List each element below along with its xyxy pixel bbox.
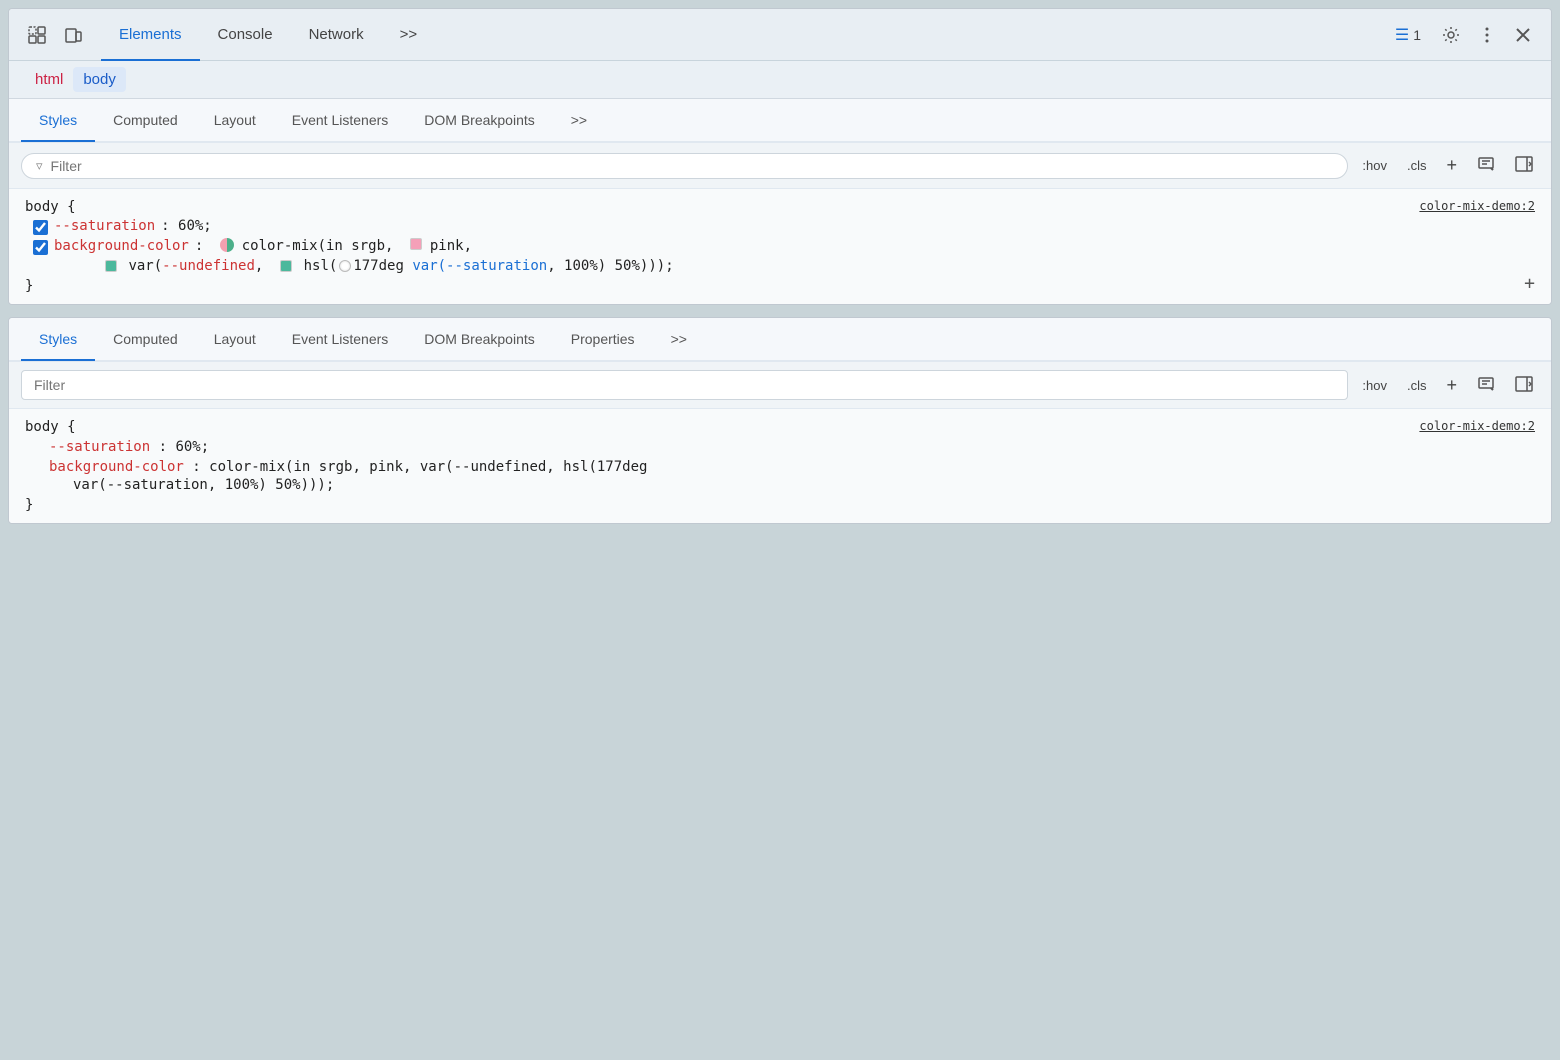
subtab-more-2[interactable]: >> xyxy=(653,319,705,361)
style-editor-icon-1[interactable] xyxy=(1471,152,1501,179)
checkbox-saturation[interactable] xyxy=(33,220,48,235)
subtab-layout-1[interactable]: Layout xyxy=(196,100,274,142)
top-panel: Elements Console Network >> ☰ 1 xyxy=(8,8,1552,305)
device-toolbar-icon[interactable] xyxy=(57,19,89,51)
prop-value-saturation-2[interactable]: : 60%; xyxy=(159,439,210,455)
filter-input-1[interactable] xyxy=(51,158,1334,174)
subtab-layout-2[interactable]: Layout xyxy=(196,319,274,361)
subtab-event-listeners-2[interactable]: Event Listeners xyxy=(274,319,407,361)
tab-network[interactable]: Network xyxy=(291,10,382,61)
filter-input-wrap-1: ▿ xyxy=(21,153,1348,179)
pink-swatch[interactable] xyxy=(410,238,422,250)
var-undefined[interactable]: var(--undefined, xyxy=(128,258,271,274)
prop-name-bgcolor-2[interactable]: background-color xyxy=(49,459,184,475)
css-rule-close-2: } xyxy=(25,497,1535,513)
filter-bar-1: ▿ :hov .cls + xyxy=(9,143,1551,189)
message-icon: ☰ xyxy=(1395,25,1409,45)
teal-swatch-1[interactable] xyxy=(105,260,117,272)
subtab-computed-1[interactable]: Computed xyxy=(95,100,196,142)
filter-actions-1: :hov .cls + xyxy=(1356,151,1539,180)
bottom-panel: Styles Computed Layout Event Listeners D… xyxy=(8,317,1552,524)
hsl-circle-icon[interactable] xyxy=(339,260,351,272)
add-style-button-2[interactable]: + xyxy=(1440,371,1463,400)
subtab-more-1[interactable]: >> xyxy=(553,100,605,142)
subtab-computed-2[interactable]: Computed xyxy=(95,319,196,361)
breadcrumb-body[interactable]: body xyxy=(73,67,126,92)
css-content-1: body { color-mix-demo:2 --saturation : 6… xyxy=(9,189,1551,304)
cls-button-2[interactable]: .cls xyxy=(1401,374,1433,397)
tab-console[interactable]: Console xyxy=(200,10,291,61)
breadcrumb-bar: html body xyxy=(9,61,1551,99)
more-options-icon[interactable] xyxy=(1471,19,1503,51)
toggle-sidebar-icon-1[interactable] xyxy=(1509,152,1539,179)
toolbar-tabs: Elements Console Network >> xyxy=(101,9,435,60)
subtab-styles-1[interactable]: Styles xyxy=(21,100,95,142)
css-rule-header-1: body { color-mix-demo:2 xyxy=(25,199,1535,215)
breadcrumb-html[interactable]: html xyxy=(25,67,73,92)
color-swatch-mixed[interactable] xyxy=(220,238,234,252)
toggle-sidebar-icon-2[interactable] xyxy=(1509,372,1539,399)
css-property-saturation: --saturation : 60%; xyxy=(25,218,1535,235)
css-property-bgcolor: background-color : color-mix(in srgb, pi… xyxy=(25,238,1535,255)
css-rule-header-2: body { color-mix-demo:2 xyxy=(25,419,1535,435)
toolbar-right: ☰ 1 xyxy=(1385,19,1539,51)
prop-name-saturation[interactable]: --saturation xyxy=(54,218,155,234)
css-prop-line-saturation-2: --saturation : 60%; xyxy=(25,439,1535,455)
css-prop-line-bgcolor-2: background-color : color-mix(in srgb, pi… xyxy=(25,459,1535,475)
notification-badge[interactable]: ☰ 1 xyxy=(1385,21,1431,49)
toolbar: Elements Console Network >> ☰ 1 xyxy=(9,9,1551,61)
prop-name-saturation-2[interactable]: --saturation xyxy=(49,439,150,455)
cls-button-1[interactable]: .cls xyxy=(1401,154,1433,177)
add-style-button-1[interactable]: + xyxy=(1440,151,1463,180)
teal-swatch-2[interactable] xyxy=(280,260,292,272)
css-content-2: body { color-mix-demo:2 --saturation : 6… xyxy=(9,409,1551,523)
subtab-styles-2[interactable]: Styles xyxy=(21,319,95,361)
filter-actions-2: :hov .cls + xyxy=(1356,371,1539,400)
checkbox-bgcolor[interactable] xyxy=(33,240,48,255)
devtools-wrapper: Elements Console Network >> ☰ 1 xyxy=(8,8,1552,524)
prop-name-bgcolor[interactable]: background-color xyxy=(54,238,189,254)
subtab-dom-breakpoints-2[interactable]: DOM Breakpoints xyxy=(406,319,552,361)
add-property-btn-1[interactable]: + xyxy=(1524,273,1535,294)
filter-bar-2: :hov .cls + xyxy=(9,362,1551,409)
tab-more[interactable]: >> xyxy=(382,10,436,61)
prop-value-saturation[interactable]: : 60%; xyxy=(161,218,212,234)
badge-count: 1 xyxy=(1413,27,1421,43)
hov-button-1[interactable]: :hov xyxy=(1356,154,1393,177)
close-icon[interactable] xyxy=(1507,19,1539,51)
css-source-link-1[interactable]: color-mix-demo:2 xyxy=(1419,199,1535,213)
inspect-element-icon[interactable] xyxy=(21,19,53,51)
hov-button-2[interactable]: :hov xyxy=(1356,374,1393,397)
hsl-value[interactable]: hsl(177deg var(--saturation, 100%) 50%))… xyxy=(304,258,674,274)
settings-icon[interactable] xyxy=(1435,19,1467,51)
prop-value-color-mix[interactable]: color-mix(in srgb, xyxy=(242,238,402,254)
subtab-event-listeners-1[interactable]: Event Listeners xyxy=(274,100,407,142)
style-editor-icon-2[interactable] xyxy=(1471,372,1501,399)
css-source-link-2[interactable]: color-mix-demo:2 xyxy=(1419,419,1535,433)
prop-value-bgcolor: : xyxy=(195,238,212,254)
panel2-sub-tabs: Styles Computed Layout Event Listeners D… xyxy=(9,318,1551,362)
tab-elements[interactable]: Elements xyxy=(101,10,200,61)
filter-icon-1: ▿ xyxy=(36,158,43,174)
subtab-dom-breakpoints-1[interactable]: DOM Breakpoints xyxy=(406,100,552,142)
panel1-sub-tabs: Styles Computed Layout Event Listeners D… xyxy=(9,99,1551,143)
prop-value-bgcolor-2[interactable]: : color-mix(in srgb, pink, var(--undefin… xyxy=(192,459,647,475)
prop-value-pink[interactable]: pink, xyxy=(430,238,472,254)
subtab-properties-2[interactable]: Properties xyxy=(553,319,653,361)
filter-input-2[interactable] xyxy=(21,370,1348,400)
css-selector-2: body { xyxy=(25,419,76,435)
css-selector-1: body { xyxy=(25,199,76,215)
prop-value-continuation[interactable]: var(--saturation, 100%) 50%))); xyxy=(73,477,334,493)
css-continuation-1: var(--undefined, hsl(177deg var(--satura… xyxy=(25,258,1535,274)
css-rule-close-1: } xyxy=(25,278,1535,294)
css-continuation-2: var(--saturation, 100%) 50%))); xyxy=(25,477,1535,493)
